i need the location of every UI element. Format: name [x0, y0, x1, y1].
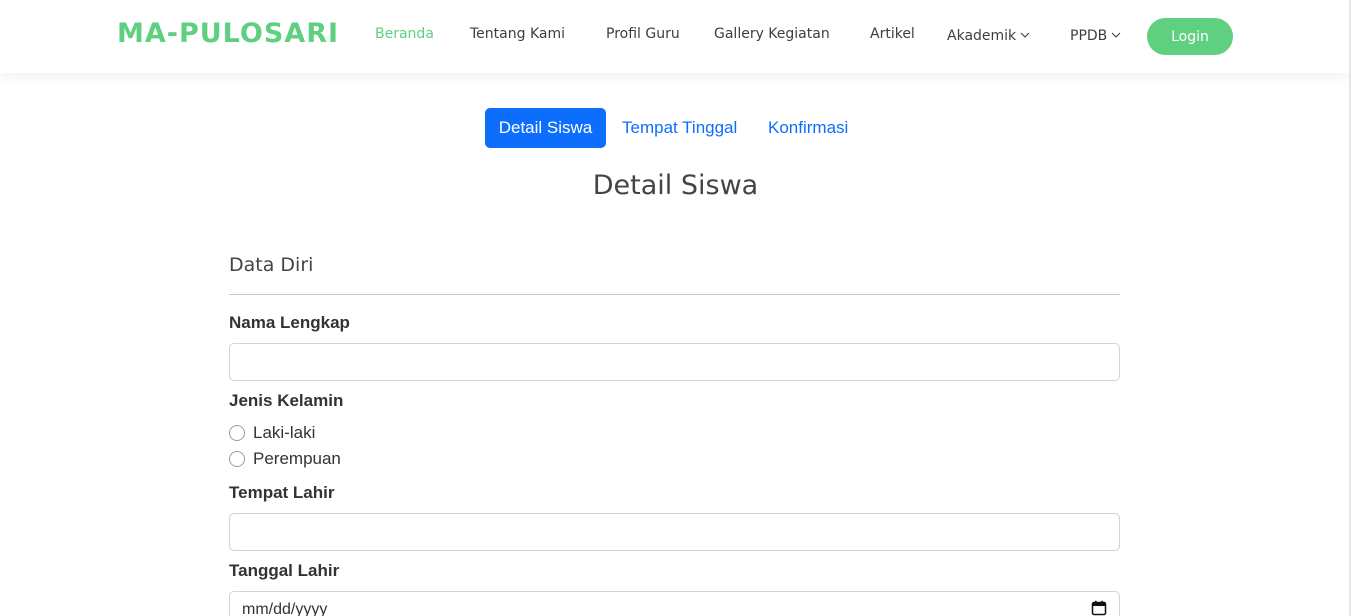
radio-button[interactable]: [229, 425, 245, 441]
tanggal-lahir-label: Tanggal Lahir: [229, 561, 340, 580]
nav-gallery-kegiatan[interactable]: Gallery Kegiatan: [714, 26, 830, 42]
radio-button[interactable]: [229, 451, 245, 467]
section-title: Data Diri: [229, 254, 314, 276]
date-placeholder: mm/dd/yyyy: [242, 601, 328, 616]
tempat-lahir-label: Tempat Lahir: [229, 483, 335, 502]
nama-lengkap-input[interactable]: [229, 343, 1120, 381]
step-tab-konfirmasi[interactable]: Konfirmasi: [752, 108, 864, 148]
nav-beranda[interactable]: Beranda: [375, 26, 434, 42]
form-title: Detail Siswa: [592, 170, 759, 201]
radio-laki-laki[interactable]: Laki-laki: [229, 423, 315, 443]
step-tab-detail-siswa[interactable]: Detail Siswa: [485, 108, 606, 148]
chevron-down-icon: [1111, 26, 1121, 42]
site-header: MA-PULOSARI Beranda Tentang Kami Profil …: [0, 0, 1351, 73]
chevron-down-icon: [1020, 26, 1030, 42]
nav-ppdb[interactable]: PPDB: [1070, 26, 1121, 44]
nav-tentang-kami[interactable]: Tentang Kami: [470, 26, 565, 42]
tempat-lahir-input[interactable]: [229, 513, 1120, 551]
login-button[interactable]: Login: [1147, 18, 1233, 55]
nav-akademik-label: Akademik: [947, 28, 1017, 44]
nama-lengkap-label: Nama Lengkap: [229, 313, 350, 332]
site-logo[interactable]: MA-PULOSARI: [117, 18, 339, 49]
tanggal-lahir-input[interactable]: mm/dd/yyyy: [229, 591, 1120, 616]
jenis-kelamin-label: Jenis Kelamin: [229, 391, 344, 410]
calendar-icon[interactable]: [1091, 600, 1107, 616]
nav-akademik[interactable]: Akademik: [947, 26, 1030, 44]
radio-perempuan[interactable]: Perempuan: [229, 449, 341, 469]
radio-laki-laki-label: Laki-laki: [253, 423, 316, 442]
nav-profil-guru[interactable]: Profil Guru: [606, 26, 680, 42]
nav-artikel[interactable]: Artikel: [870, 26, 915, 42]
radio-perempuan-label: Perempuan: [253, 449, 341, 468]
section-divider: [229, 294, 1120, 295]
step-tab-tempat-tinggal[interactable]: Tempat Tinggal: [606, 108, 753, 148]
nav-ppdb-label: PPDB: [1070, 28, 1108, 44]
